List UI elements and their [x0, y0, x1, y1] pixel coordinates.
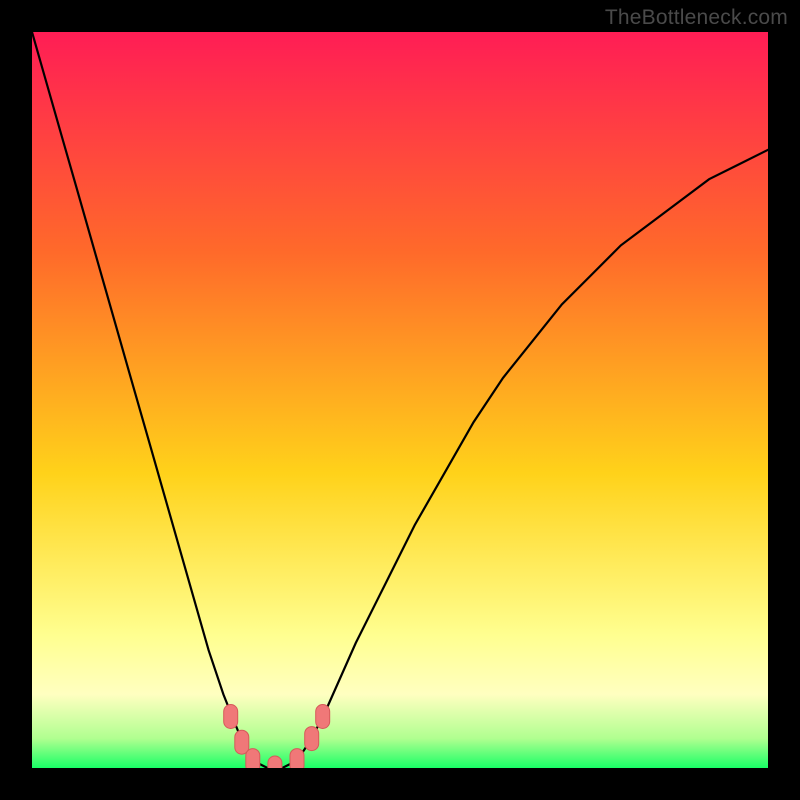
curve-marker	[305, 727, 319, 751]
curve-marker	[224, 705, 238, 729]
curve-marker	[316, 705, 330, 729]
curve-marker	[290, 749, 304, 768]
curve-marker	[268, 756, 282, 768]
outer-frame: TheBottleneck.com	[0, 0, 800, 800]
plot-area	[32, 32, 768, 768]
watermark-text: TheBottleneck.com	[605, 6, 788, 30]
chart-svg	[32, 32, 768, 768]
curve-marker	[235, 730, 249, 754]
gradient-background	[32, 32, 768, 768]
curve-marker	[246, 749, 260, 768]
